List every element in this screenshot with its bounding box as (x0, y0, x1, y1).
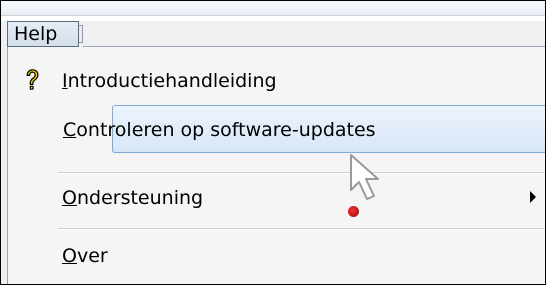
menu-item-introductiehandleiding[interactable]: Introductiehandleiding (8, 57, 545, 105)
help-dropdown-menu: Introductiehandleiding Controleren op so… (7, 47, 545, 284)
submenu-arrow-icon (530, 191, 536, 203)
screenshot-frame: Help Introductiehandleiding Controleren … (0, 0, 546, 285)
menu-bar-gap (1, 16, 545, 21)
menu-separator (58, 228, 545, 230)
question-mark-icon (26, 69, 39, 90)
arrow-cursor-icon (350, 154, 379, 200)
menu-item-controleren-op-software-updates[interactable]: Controleren op software-updates (63, 105, 545, 153)
click-indicator (348, 206, 359, 217)
menu-item-label: Ondersteuning (62, 187, 204, 209)
menu-item-over[interactable]: Over (8, 232, 545, 280)
help-menu-title[interactable]: Help (7, 21, 79, 47)
menu-bar (1, 1, 545, 16)
menu-item-ondersteuning[interactable]: Ondersteuning (8, 174, 545, 222)
menu-item-label: Introductiehandleiding (62, 70, 277, 92)
menu-item-label: Over (62, 245, 108, 267)
menu-item-label: Controleren op software-updates (63, 119, 376, 141)
